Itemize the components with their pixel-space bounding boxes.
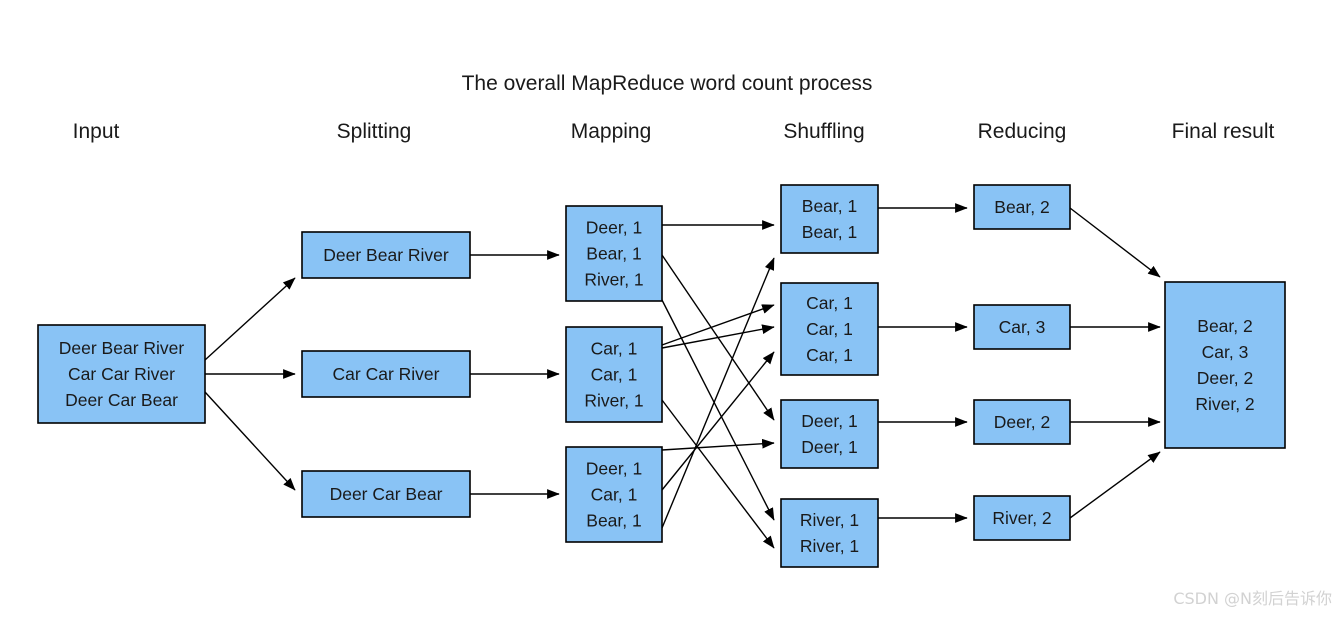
edge-reduce-bear-to-final	[1069, 207, 1161, 278]
mapreduce-diagram: The overall MapReduce word count process…	[0, 0, 1344, 624]
final-result-box[interactable]: Bear, 2 Car, 3 Deer, 2 River, 2	[1164, 281, 1286, 449]
page-title: The overall MapReduce word count process	[462, 72, 873, 95]
diagram-canvas: The overall MapReduce word count process…	[37, 72, 1332, 608]
mapping-box-3[interactable]: Deer, 1 Car, 1 Bear, 1	[565, 446, 663, 543]
splitting-box-2[interactable]: Car Car River	[301, 350, 471, 398]
box-layer: Deer Bear River Car Car River Deer Car Bea…	[37, 184, 1286, 568]
shuffling-box-2-line-2: Car, 1	[806, 319, 853, 339]
mapping-box-1-line-3: River, 1	[584, 270, 643, 290]
shuffling-box-2-line-3: Car, 1	[806, 345, 853, 365]
splitting-box-1[interactable]: Deer Bear River	[301, 231, 471, 279]
mapping-box-1[interactable]: Deer, 1 Bear, 1 River, 1	[565, 205, 663, 302]
edge-map-3-deer-to-shuffle-deer	[661, 438, 775, 451]
shuffling-box-1-line-1: Bear, 1	[802, 196, 857, 216]
mapping-box-1-line-2: Bear, 1	[586, 244, 641, 264]
mapping-box-2[interactable]: Car, 1 Car, 1 River, 1	[565, 326, 663, 423]
shuffling-box-3[interactable]: Deer, 1 Deer, 1	[780, 399, 879, 469]
reducing-box-3[interactable]: Deer, 2	[973, 399, 1071, 445]
column-header-mapping: Mapping	[571, 120, 652, 143]
shuffling-box-3-line-2: Deer, 1	[801, 437, 857, 457]
shuffling-box-3-line-1: Deer, 1	[801, 411, 857, 431]
edge-input-to-split-3	[204, 391, 296, 491]
shuffling-box-2-line-1: Car, 1	[806, 293, 853, 313]
final-result-box-line-4: River, 2	[1195, 394, 1254, 414]
shuffling-box-4-line-2: River, 1	[800, 536, 859, 556]
edge-map-3-car-to-shuffle-car	[661, 351, 775, 491]
reducing-box-1[interactable]: Bear, 2	[973, 184, 1071, 230]
edge-map-2-river-to-shuffle-river	[661, 399, 775, 549]
reducing-box-4-line-1: River, 2	[992, 508, 1051, 528]
final-result-box-rect	[1164, 281, 1286, 449]
shuffling-box-2[interactable]: Car, 1 Car, 1 Car, 1	[780, 282, 879, 376]
final-result-box-line-1: Bear, 2	[1197, 316, 1252, 336]
mapping-box-1-line-1: Deer, 1	[586, 218, 642, 238]
splitting-box-1-line-1: Deer Bear River	[323, 245, 449, 265]
input-box[interactable]: Deer Bear River Car Car River Deer Car Bea…	[37, 324, 206, 424]
reducing-box-3-line-1: Deer, 2	[994, 412, 1050, 432]
shuffling-box-4[interactable]: River, 1 River, 1	[780, 498, 879, 568]
final-result-box-line-3: Deer, 2	[1197, 368, 1253, 388]
input-box-line-2: Car Car River	[68, 364, 175, 384]
mapping-box-3-line-2: Car, 1	[591, 485, 638, 505]
splitting-box-2-line-1: Car Car River	[333, 364, 440, 384]
shuffling-box-1[interactable]: Bear, 1 Bear, 1	[780, 184, 879, 254]
mapping-box-3-line-3: Bear, 1	[586, 511, 641, 531]
watermark: CSDN @N刻后告诉你	[1173, 589, 1332, 608]
column-headers: Input Splitting Mapping Shuffling Reducing Fi…	[73, 120, 1275, 143]
mapping-box-3-line-1: Deer, 1	[586, 459, 642, 479]
splitting-box-3-line-1: Deer Car Bear	[330, 484, 443, 504]
column-header-splitting: Splitting	[337, 120, 412, 143]
edge-map-2-car-a-to-shuffle-car	[661, 304, 775, 346]
input-box-line-1: Deer Bear River	[59, 338, 185, 358]
mapping-box-2-line-1: Car, 1	[591, 339, 638, 359]
column-header-reducing: Reducing	[978, 120, 1067, 143]
reducing-box-1-line-1: Bear, 2	[994, 197, 1049, 217]
edge-reduce-river-to-final	[1069, 451, 1161, 519]
reducing-box-2-line-1: Car, 3	[999, 317, 1046, 337]
column-header-final: Final result	[1172, 120, 1275, 143]
input-box-line-3: Deer Car Bear	[65, 390, 178, 410]
mapping-box-2-line-3: River, 1	[584, 391, 643, 411]
reducing-box-2[interactable]: Car, 3	[973, 304, 1071, 350]
column-header-input: Input	[73, 120, 120, 143]
splitting-box-3[interactable]: Deer Car Bear	[301, 470, 471, 518]
reducing-box-4[interactable]: River, 2	[973, 495, 1071, 541]
edge-input-to-split-1	[204, 277, 296, 361]
shuffling-box-4-line-1: River, 1	[800, 510, 859, 530]
final-result-box-line-2: Car, 3	[1202, 342, 1249, 362]
shuffling-box-1-line-2: Bear, 1	[802, 222, 857, 242]
column-header-shuffling: Shuffling	[783, 120, 864, 143]
mapping-box-2-line-2: Car, 1	[591, 365, 638, 385]
edge-map-2-car-b-to-shuffle-car	[661, 324, 775, 349]
